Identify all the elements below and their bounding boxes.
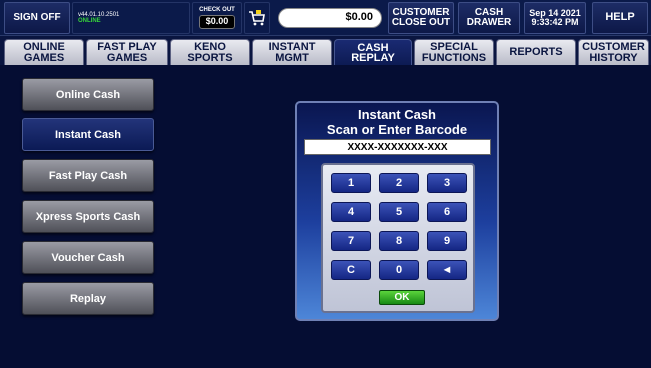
tab-label-line2: MGMT	[275, 51, 309, 64]
datetime-display: Sep 14 2021 9:33:42 PM	[524, 2, 586, 34]
tab-label-line2: GAMES	[23, 51, 65, 64]
terminal-status-panel: v44.01.10.2501 ONLINE	[72, 2, 190, 34]
cart-button[interactable]	[244, 2, 270, 34]
tab-cash-replay[interactable]: CASH REPLAY	[334, 39, 412, 66]
dialog-title: Instant Cash Scan or Enter Barcode	[297, 107, 497, 137]
top-bar: SIGN OFF v44.01.10.2501 ONLINE CHECK OUT…	[0, 0, 651, 36]
key-1[interactable]: 1	[331, 173, 371, 193]
key-8[interactable]: 8	[379, 231, 419, 251]
cash-drawer-button[interactable]: CASH DRAWER	[458, 2, 520, 34]
backspace-arrow-icon[interactable]: ◄	[427, 260, 467, 280]
key-6[interactable]: 6	[427, 202, 467, 222]
ok-button[interactable]: OK	[379, 290, 425, 305]
tab-special-functions[interactable]: SPECIAL FUNCTIONS	[414, 39, 494, 65]
tab-label-line2: HISTORY	[589, 51, 638, 64]
sidebar-item-online-cash[interactable]: Online Cash	[22, 78, 154, 111]
shopping-cart-icon	[249, 10, 265, 26]
sidebar-item-instant-cash[interactable]: Instant Cash	[22, 118, 154, 151]
sidebar-item-xpress-sports-cash[interactable]: Xpress Sports Cash	[22, 200, 154, 233]
tab-fast-play-games[interactable]: FAST PLAY GAMES	[86, 39, 168, 65]
key-9[interactable]: 9	[427, 231, 467, 251]
tab-label-line1: SPECIAL	[430, 41, 478, 54]
sign-off-button[interactable]: SIGN OFF	[4, 2, 70, 34]
dialog-title-line2: Scan or Enter Barcode	[326, 122, 468, 137]
tab-label-line1: INSTANT	[268, 41, 316, 54]
tab-online-games[interactable]: ONLINE GAMES	[4, 39, 84, 65]
check-out-amount: $0.00	[198, 15, 236, 29]
tab-label-line2: REPLAY	[351, 52, 395, 64]
online-status-text: ONLINE	[78, 18, 101, 24]
tab-keno-sports[interactable]: KENO SPORTS	[170, 39, 250, 65]
check-out-label: CHECK OUT	[199, 7, 235, 14]
tab-label-line1: REPORTS	[509, 46, 563, 59]
tab-reports[interactable]: REPORTS	[496, 39, 576, 65]
balance-display: $0.00	[278, 8, 382, 28]
customer-close-out-button[interactable]: CUSTOMER CLOSE OUT	[388, 2, 454, 34]
numeric-keypad: 1 2 3 4 5 6 7 8 9 C 0 ◄ OK	[321, 163, 475, 313]
sidebar-item-fast-play-cash[interactable]: Fast Play Cash	[22, 159, 154, 192]
tab-label-line2: SPORTS	[187, 51, 233, 64]
key-5[interactable]: 5	[379, 202, 419, 222]
key-clear[interactable]: C	[331, 260, 371, 280]
barcode-input[interactable]: XXXX-XXXXXXX-XXX	[304, 139, 491, 155]
main-tabs: ONLINE GAMES FAST PLAY GAMES KENO SPORTS…	[0, 37, 651, 66]
tab-customer-history[interactable]: CUSTOMER HISTORY	[578, 39, 649, 65]
check-out-button[interactable]: CHECK OUT $0.00	[192, 2, 242, 34]
tab-label-line1: KENO	[194, 41, 226, 54]
key-4[interactable]: 4	[331, 202, 371, 222]
key-7[interactable]: 7	[331, 231, 371, 251]
help-button[interactable]: HELP	[592, 2, 648, 34]
tab-label-line2: FUNCTIONS	[421, 51, 487, 64]
tab-label-line1: CUSTOMER	[582, 41, 645, 54]
tab-label-line1: ONLINE	[23, 41, 65, 54]
dialog-title-line1: Instant Cash	[357, 107, 436, 122]
key-0[interactable]: 0	[379, 260, 419, 280]
key-2[interactable]: 2	[379, 173, 419, 193]
tab-instant-mgmt[interactable]: INSTANT MGMT	[252, 39, 332, 65]
tab-label-line1: FAST PLAY	[97, 41, 157, 54]
instant-cash-dialog: Instant Cash Scan or Enter Barcode XXXX-…	[295, 101, 499, 321]
sidebar-item-replay[interactable]: Replay	[22, 282, 154, 315]
key-3[interactable]: 3	[427, 173, 467, 193]
time-text: 9:33:42 PM	[531, 17, 579, 27]
sidebar-item-voucher-cash[interactable]: Voucher Cash	[22, 241, 154, 274]
tab-label-line2: GAMES	[106, 51, 148, 64]
